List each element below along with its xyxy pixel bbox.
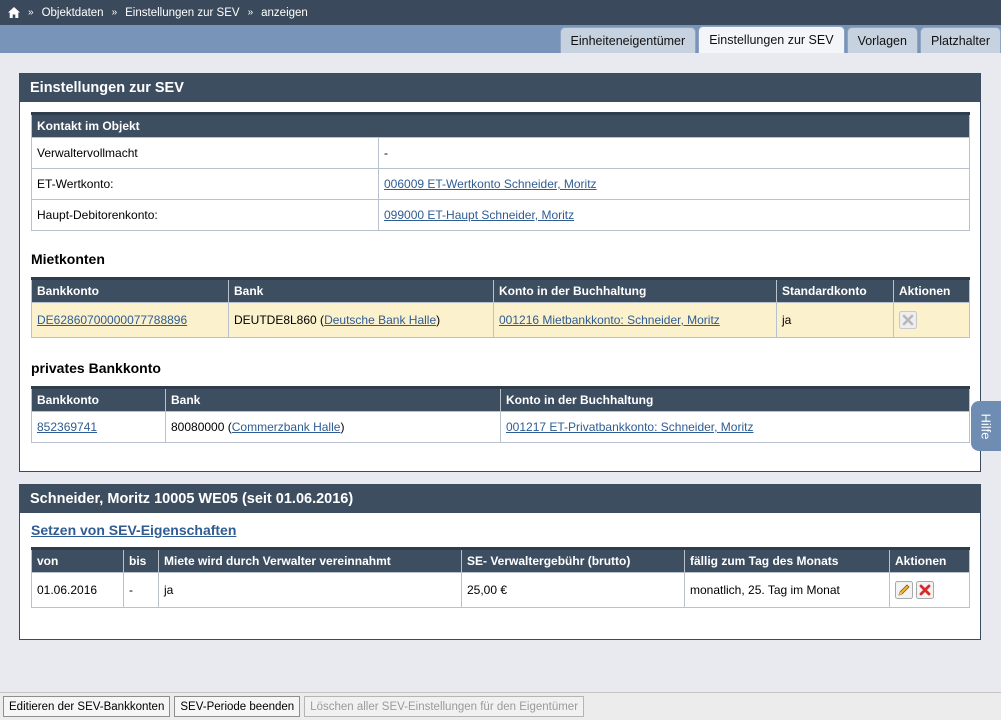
standardkonto-value: ja <box>776 302 894 338</box>
privat-account-link[interactable]: 852369741 <box>37 420 97 434</box>
mietbankkonto-link[interactable]: 001216 Mietbankkonto: Schneider, Moritz <box>499 313 720 327</box>
contact-value: - <box>378 137 970 169</box>
breadcrumb-anzeigen: anzeigen <box>261 6 308 19</box>
bank-link[interactable]: Deutsche Bank Halle <box>324 313 436 327</box>
bank-cell: 80080000 (Commerzbank Halle) <box>165 411 501 443</box>
von-value: 01.06.2016 <box>31 572 124 608</box>
owner-panel: Schneider, Moritz 10005 WE05 (seit 01.06… <box>19 484 981 640</box>
bank-cell: DEUTDE8L860 (Deutsche Bank Halle) <box>228 302 494 338</box>
breadcrumb: » Objektdaten » Einstellungen zur SEV » … <box>0 0 1001 25</box>
sev-eigenschaften-link[interactable]: Setzen von SEV-Eigenschaften <box>31 522 236 538</box>
col-header: Miete wird durch Verwalter vereinnahmt <box>158 547 462 573</box>
table-row: DE62860700000077788896 DEUTDE8L860 (Deut… <box>31 302 970 338</box>
privat-table: Bankkonto Bank Konto in der Buchhaltung … <box>31 386 970 443</box>
breadcrumb-separator: » <box>247 7 254 18</box>
col-header: Bankkonto <box>31 386 166 412</box>
bic: DEUTDE8L860 <box>234 313 317 327</box>
et-wertkonto-link[interactable]: 006009 ET-Wertkonto Schneider, Moritz <box>384 177 597 191</box>
table-row: Haupt-Debitorenkonto: 099000 ET-Haupt Sc… <box>31 199 970 231</box>
col-header: Aktionen <box>889 547 970 573</box>
sev-periods-table: von bis Miete wird durch Verwalter verei… <box>31 547 970 608</box>
settings-panel-title: Einstellungen zur SEV <box>20 74 980 102</box>
contact-table: Kontakt im Objekt Verwaltervollmacht - E… <box>31 112 970 231</box>
delete-all-settings-button: Löschen aller SEV-Einstellungen für den … <box>304 696 585 717</box>
mietkonten-table: Bankkonto Bank Konto in der Buchhaltung … <box>31 277 970 338</box>
contact-table-header: Kontakt im Objekt <box>31 112 970 138</box>
edit-pencil-icon[interactable] <box>895 581 913 599</box>
breadcrumb-objektdaten[interactable]: Objektdaten <box>42 7 104 19</box>
privat-title: privates Bankkonto <box>31 360 161 376</box>
col-header: Bankkonto <box>31 277 229 303</box>
table-row: Verwaltervollmacht - <box>31 137 970 169</box>
col-header: Bank <box>165 386 501 412</box>
mietkonten-title: Mietkonten <box>31 251 105 267</box>
breadcrumb-separator: » <box>28 7 34 18</box>
delete-disabled-icon[interactable] <box>899 311 917 329</box>
help-label: Hilfe <box>978 412 994 440</box>
col-header: von <box>31 547 124 573</box>
bis-value: - <box>123 572 159 608</box>
privatbankkonto-link[interactable]: 001217 ET-Privatbankkonto: Schneider, Mo… <box>506 420 753 434</box>
haupt-debitorenkonto-link[interactable]: 099000 ET-Haupt Schneider, Moritz <box>384 208 574 222</box>
contact-label: Verwaltervollmacht <box>31 137 379 169</box>
tab-vorlagen[interactable]: Vorlagen <box>846 27 918 53</box>
contact-label: ET-Wertkonto: <box>31 168 379 200</box>
tab-platzhalter[interactable]: Platzhalter <box>919 27 1001 53</box>
blz: 80080000 <box>171 420 225 434</box>
col-header: Bank <box>228 277 494 303</box>
faellig-value: monatlich, 25. Tag im Monat <box>684 572 890 608</box>
delete-red-x-icon[interactable] <box>916 581 935 599</box>
col-header: Konto in der Buchhaltung <box>493 277 777 303</box>
table-row: ET-Wertkonto: 006009 ET-Wertkonto Schnei… <box>31 168 970 200</box>
col-header: Aktionen <box>893 277 970 303</box>
settings-panel: Einstellungen zur SEV Kontakt im Objekt … <box>19 73 981 472</box>
privat-bank-link[interactable]: Commerzbank Halle <box>232 420 341 434</box>
owner-panel-title: Schneider, Moritz 10005 WE05 (seit 01.06… <box>20 485 980 513</box>
table-row: 01.06.2016 - ja 25,00 € monatlich, 25. T… <box>31 572 970 608</box>
home-icon[interactable] <box>8 7 20 18</box>
gebuehr-value: 25,00 € <box>461 572 685 608</box>
edit-bank-accounts-button[interactable]: Editieren der SEV-Bankkonten <box>3 696 171 717</box>
col-header: SE- Verwaltergebühr (brutto) <box>461 547 685 573</box>
help-tab[interactable]: Hilfe <box>971 401 1001 451</box>
action-bar: Editieren der SEV-Bankkonten SEV-Periode… <box>0 692 1001 720</box>
iban-link[interactable]: DE62860700000077788896 <box>37 313 187 327</box>
breadcrumb-separator: » <box>111 7 118 18</box>
col-header: Konto in der Buchhaltung <box>500 386 970 412</box>
miete-value: ja <box>158 572 462 608</box>
breadcrumb-einstellungen[interactable]: Einstellungen zur SEV <box>125 7 239 19</box>
contact-label: Haupt-Debitorenkonto: <box>31 199 379 231</box>
tab-einheiteneigentuemer[interactable]: Einheiteneigentümer <box>559 27 697 53</box>
col-header: fällig zum Tag des Monats <box>684 547 890 573</box>
col-header: bis <box>123 547 159 573</box>
tab-einstellungen-sev[interactable]: Einstellungen zur SEV <box>698 26 845 53</box>
table-row: 852369741 80080000 (Commerzbank Halle) 0… <box>31 411 970 443</box>
end-sev-period-button[interactable]: SEV-Periode beenden <box>174 696 301 717</box>
col-header: Standardkonto <box>776 277 894 303</box>
tab-bar: Einheiteneigentümer Einstellungen zur SE… <box>0 25 1001 53</box>
